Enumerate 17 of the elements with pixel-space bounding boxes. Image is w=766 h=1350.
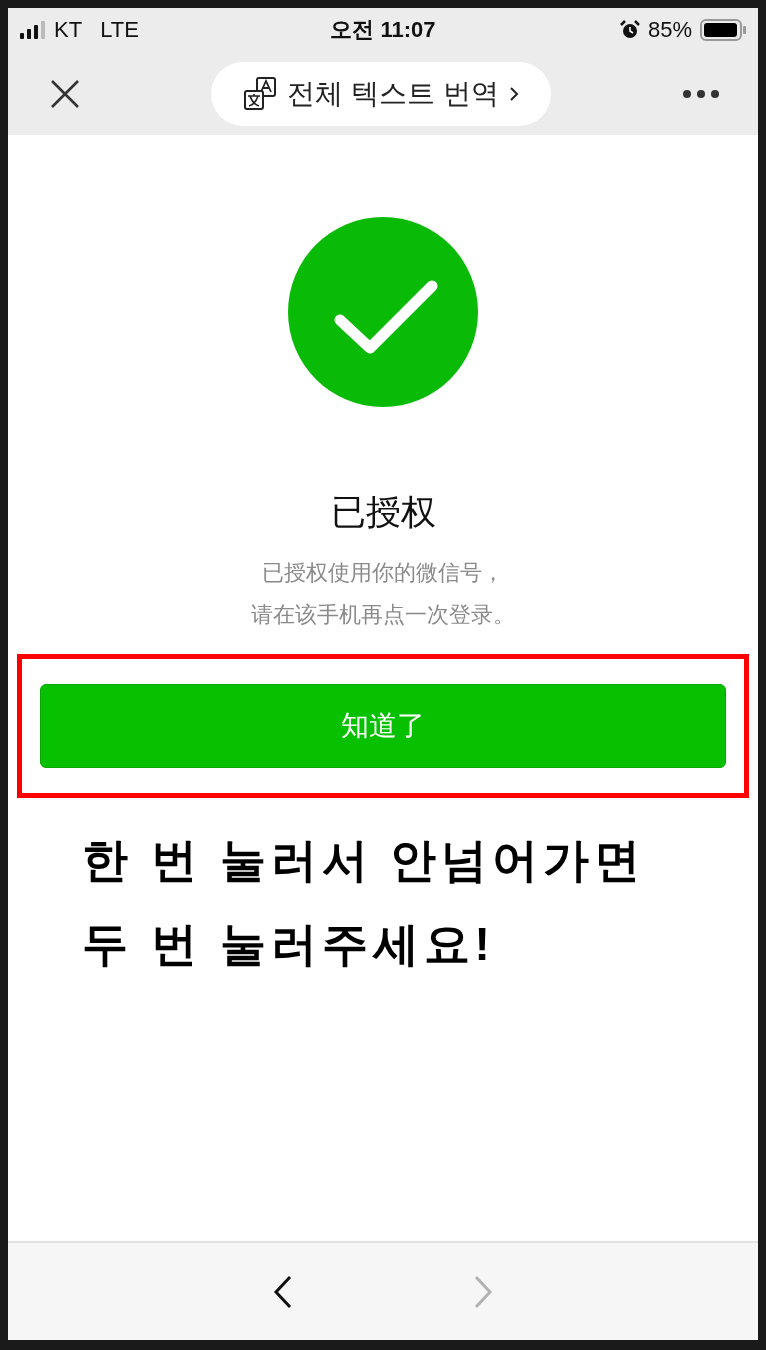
translate-button[interactable]: 전체 텍스트 번역 — [211, 61, 551, 126]
clock: 오전 11:07 — [330, 16, 436, 44]
more-icon[interactable] — [682, 88, 720, 99]
annotation-text: 두 번 눌러주세요! — [82, 917, 496, 972]
chevron-right-icon — [508, 85, 519, 102]
close-icon[interactable] — [50, 78, 80, 109]
success-check-icon — [288, 217, 478, 407]
carrier-name: KT — [54, 17, 83, 43]
translate-icon — [243, 76, 278, 111]
annotation-text: 한 번 눌러서 안넘어가면 — [82, 833, 646, 888]
battery-percent: 85% — [647, 17, 692, 43]
signal-icon — [20, 21, 46, 39]
result-message: 已授权使用你的微信号， — [261, 559, 505, 587]
battery-icon — [700, 19, 746, 41]
network-type: LTE — [100, 17, 139, 43]
result-title: 已授权 — [330, 491, 436, 533]
result-message: 请在该手机再点一次登录。 — [251, 601, 515, 629]
